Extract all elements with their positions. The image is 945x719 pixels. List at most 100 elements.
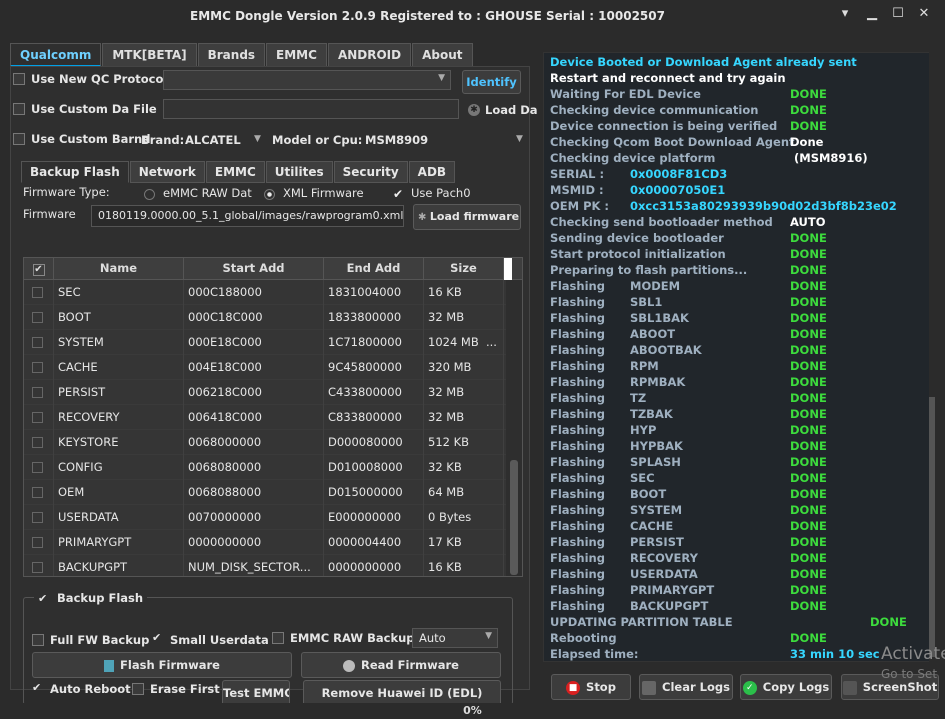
log-text: Flashing bbox=[550, 407, 605, 421]
cell-end-add: D010008000 bbox=[324, 455, 424, 480]
tab-android[interactable]: ANDROID bbox=[327, 43, 412, 67]
log-text: Sending device bootloader bbox=[550, 231, 724, 245]
use-custom-brand-checkbox[interactable] bbox=[13, 133, 25, 145]
use-custom-da-checkbox[interactable] bbox=[13, 103, 25, 115]
log-status: DONE bbox=[790, 423, 827, 437]
row-checkbox[interactable] bbox=[24, 305, 54, 330]
log-status: 0x0008F81CD3 bbox=[630, 167, 728, 181]
tab-utilites[interactable]: Utilites bbox=[265, 161, 333, 183]
table-row[interactable]: OEM 0068088000 D015000000 64 MB bbox=[24, 480, 507, 505]
log-status: (MSM8916) bbox=[794, 151, 868, 165]
log-partition: USERDATA bbox=[630, 567, 698, 581]
clear-logs-button[interactable]: Clear Logs bbox=[639, 674, 733, 700]
log-text: Rebooting bbox=[550, 631, 617, 645]
stop-button[interactable]: ■ Stop bbox=[551, 674, 631, 700]
row-checkbox[interactable] bbox=[24, 555, 54, 576]
main-tabs: Qualcomm MTK[BETA] Brands EMMC ANDROID A… bbox=[10, 43, 474, 67]
log-text: Waiting For EDL Device bbox=[550, 87, 701, 101]
row-checkbox[interactable] bbox=[24, 355, 54, 380]
firmware-path-field[interactable]: 0180119.0000.00_5.1_global/images/rawpro… bbox=[91, 205, 404, 227]
table-row[interactable]: KEYSTORE 0068000000 D000080000 512 KB bbox=[24, 430, 507, 455]
row-checkbox[interactable] bbox=[24, 480, 54, 505]
da-file-path[interactable] bbox=[163, 99, 459, 119]
load-firmware-button[interactable]: ✱ Load firmware fi bbox=[413, 204, 521, 230]
log-text: Flashing bbox=[550, 311, 605, 325]
table-row[interactable]: SEC 000C188000 1831004000 16 KB bbox=[24, 280, 507, 305]
use-new-qc-checkbox[interactable] bbox=[13, 73, 25, 85]
cell-name: CACHE bbox=[54, 355, 184, 380]
row-checkbox[interactable] bbox=[24, 430, 54, 455]
log-status: DONE bbox=[790, 455, 827, 469]
cell-start-add: NUM_DISK_SECTOR... bbox=[184, 555, 324, 576]
table-row[interactable]: BOOT 000C18C000 1833800000 32 MB bbox=[24, 305, 507, 330]
log-partition: RECOVERY bbox=[630, 551, 698, 565]
table-row[interactable]: CACHE 004E18C000 9C45800000 320 MB bbox=[24, 355, 507, 380]
backup-mode-select[interactable]: Auto ▼ bbox=[412, 628, 498, 648]
table-row[interactable]: PERSIST 006218C000 C433800000 32 MB bbox=[24, 380, 507, 405]
col-end-add[interactable]: End Add bbox=[324, 258, 424, 280]
group-checkbox[interactable]: ✔ bbox=[38, 592, 47, 605]
xml-radio[interactable] bbox=[264, 189, 275, 200]
select-all-checkbox[interactable]: ✔ bbox=[24, 258, 54, 280]
firmware-label: Firmware bbox=[23, 207, 76, 221]
emmc-raw-backup-checkbox[interactable] bbox=[272, 632, 284, 644]
table-row[interactable]: RECOVERY 006418C000 C833800000 32 MB bbox=[24, 405, 507, 430]
tab-qualcomm[interactable]: Qualcomm bbox=[10, 43, 102, 67]
log-status: DONE bbox=[790, 599, 827, 613]
table-row[interactable]: PRIMARYGPT 0000000000 0000004400 17 KB bbox=[24, 530, 507, 555]
maximize-icon[interactable]: ☐ bbox=[886, 6, 910, 26]
tab-about[interactable]: About bbox=[412, 43, 473, 67]
row-checkbox[interactable] bbox=[24, 530, 54, 555]
table-row[interactable]: USERDATA 0070000000 E000000000 0 Bytes bbox=[24, 505, 507, 530]
full-fw-backup-checkbox[interactable] bbox=[32, 634, 44, 646]
raw-radio[interactable] bbox=[144, 189, 155, 200]
brand-select[interactable]: ALCATEL bbox=[185, 133, 241, 147]
col-name[interactable]: Name bbox=[54, 258, 184, 280]
row-checkbox[interactable] bbox=[24, 405, 54, 430]
cell-name: USERDATA bbox=[54, 505, 184, 530]
table-row[interactable]: CONFIG 0068080000 D010008000 32 KB bbox=[24, 455, 507, 480]
copy-logs-button[interactable]: ✓ Copy Logs bbox=[740, 674, 832, 700]
tab-brands[interactable]: Brands bbox=[197, 43, 266, 67]
table-scrollbar[interactable] bbox=[506, 280, 522, 576]
row-checkbox[interactable] bbox=[24, 455, 54, 480]
log-text: Flashing bbox=[550, 455, 605, 469]
model-select[interactable]: MSM8909 bbox=[365, 133, 428, 147]
gear-icon: ✱ bbox=[468, 104, 480, 116]
full-fw-backup-label: Full FW Backup bbox=[50, 633, 150, 647]
tab-emmc[interactable]: EMMC bbox=[266, 43, 327, 67]
flash-firmware-button[interactable]: Flash Firmware bbox=[32, 652, 292, 678]
tab-network[interactable]: Network bbox=[129, 161, 205, 183]
close-icon[interactable]: ✕ bbox=[912, 6, 936, 26]
stop-label: Stop bbox=[586, 680, 616, 694]
tab-security[interactable]: Security bbox=[333, 161, 408, 183]
table-scroll-thumb[interactable] bbox=[510, 460, 518, 575]
tab-adb[interactable]: ADB bbox=[408, 161, 456, 183]
tab-mtk[interactable]: MTK[BETA] bbox=[102, 43, 197, 67]
table-row[interactable]: SYSTEM 000E18C000 1C71800000 1024 MB... bbox=[24, 330, 507, 355]
row-checkbox[interactable] bbox=[24, 330, 54, 355]
menu-dropdown-icon[interactable]: ▾ bbox=[833, 6, 857, 26]
qc-protocol-select[interactable]: ▼ bbox=[163, 70, 451, 90]
row-checkbox[interactable] bbox=[24, 280, 54, 305]
table-row[interactable]: BACKUPGPT NUM_DISK_SECTOR... 0000000000 16 … bbox=[24, 555, 507, 576]
use-patch-checkbox[interactable]: ✔ bbox=[393, 187, 403, 201]
load-da-button[interactable]: Load Da bbox=[485, 103, 538, 117]
row-checkbox[interactable] bbox=[24, 380, 54, 405]
tab-backup-flash[interactable]: Backup Flash bbox=[21, 161, 129, 183]
flash-firmware-label: Flash Firmware bbox=[120, 658, 220, 672]
minimize-icon[interactable]: ▁ bbox=[860, 6, 884, 26]
log-scroll-thumb[interactable] bbox=[929, 397, 935, 657]
camera-icon bbox=[842, 680, 857, 695]
tab-emmc-sub[interactable]: EMMC bbox=[205, 161, 265, 183]
auto-reboot-checkbox[interactable]: ✔ bbox=[32, 681, 41, 694]
col-start-add[interactable]: Start Add bbox=[184, 258, 324, 280]
col-size[interactable]: Size bbox=[424, 258, 504, 280]
erase-first-checkbox[interactable] bbox=[132, 683, 144, 695]
log-scrollbar[interactable] bbox=[929, 52, 935, 662]
cell-start-add: 0068080000 bbox=[184, 455, 324, 480]
row-checkbox[interactable] bbox=[24, 505, 54, 530]
identify-button[interactable]: Identify bbox=[462, 70, 521, 94]
read-firmware-button[interactable]: Read Firmware bbox=[301, 652, 501, 678]
small-userdata-checkbox[interactable]: ✔ bbox=[152, 631, 161, 644]
